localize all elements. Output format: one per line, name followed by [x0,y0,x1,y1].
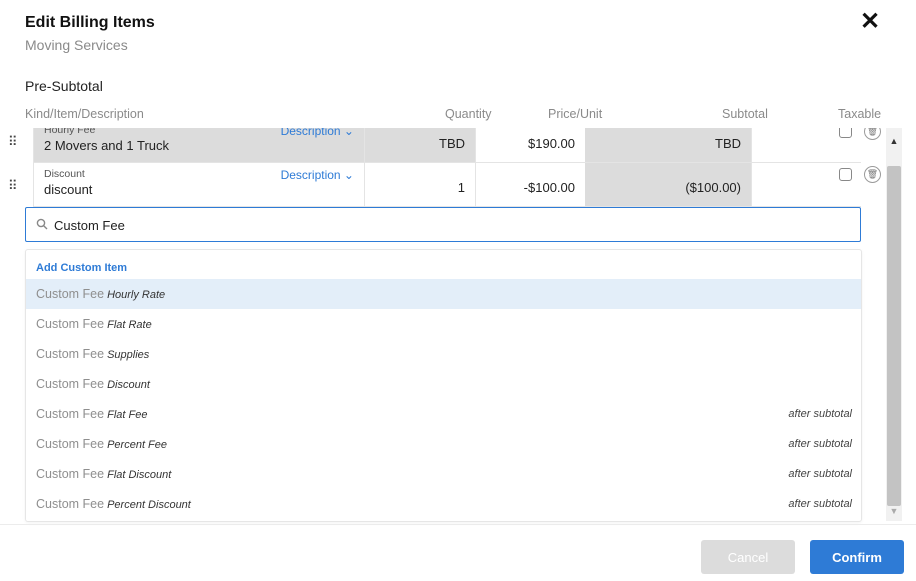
taxable-cell [751,128,861,163]
scroll-up-arrow-icon[interactable]: ▲ [886,136,902,146]
quantity-cell[interactable]: 1 [364,163,475,207]
item-note: after subtotal [788,408,852,420]
close-icon[interactable]: ✕ [858,10,882,34]
modal-title: Edit Billing Items [25,14,155,31]
item-note: after subtotal [788,438,852,450]
item-type: Supplies [107,349,150,361]
table-row: ⠿ Discount discount Description ⌄ 1 -$10… [0,163,916,207]
item-name: Custom Fee [36,407,105,421]
column-header-subtotal: Subtotal [722,107,768,121]
item-name: Custom Fee [36,497,105,511]
drag-handle-icon[interactable]: ⠿ [8,135,20,149]
description-dropdown-link[interactable]: Description ⌄ [281,128,354,138]
item-name: Custom Fee [36,347,105,361]
item-name: Custom Fee [36,437,105,451]
price-cell[interactable]: -$100.00 [475,163,585,207]
item-type: Flat Rate [107,319,152,331]
dropdown-item[interactable]: Custom Fee Percent Discount after subtota… [26,489,861,519]
section-title: Pre-Subtotal [25,78,103,94]
item-name: discount [44,182,93,197]
item-type: Percent Fee [107,439,168,451]
search-box[interactable] [25,207,861,242]
item-note: after subtotal [788,468,852,480]
taxable-checkbox[interactable] [839,168,852,181]
trash-icon[interactable]: 🗑 [864,128,881,140]
trash-icon[interactable]: 🗑 [864,166,881,183]
dropdown-item[interactable]: Custom Fee Flat Discount after subtotal [26,459,861,489]
scroll-down-arrow-icon[interactable]: ▼ [886,506,902,516]
price-value: -$100.00 [523,180,575,195]
column-header-taxable: Taxable [838,107,882,121]
column-header-kind: Kind/Item/Description [25,107,144,121]
table-row: ⠿ Hourly Fee 2 Movers and 1 Truck Descri… [0,128,916,163]
column-header-price: Price/Unit [548,107,603,121]
subtotal-cell: TBD [585,128,751,163]
modal-subtitle: Moving Services [25,37,128,53]
kind-cell[interactable]: Discount discount Description ⌄ [33,163,364,207]
cancel-button[interactable]: Cancel [701,540,795,574]
item-name: Custom Fee [36,287,105,301]
item-name: Custom Fee [36,467,105,481]
item-type: Hourly Rate [107,289,166,301]
drag-handle-icon[interactable]: ⠿ [8,179,20,193]
dropdown-item[interactable]: Custom Fee Percent Fee after subtotal [26,429,861,459]
column-header-quantity: Quantity [445,107,492,121]
description-dropdown-link[interactable]: Description ⌄ [281,168,354,182]
add-custom-item-link[interactable]: Add Custom Item [36,262,127,274]
vertical-scrollbar[interactable]: ▲ ▼ [886,128,902,521]
item-note: after subtotal [788,498,852,510]
subtotal-value: ($100.00) [685,180,741,195]
dropdown-item[interactable]: Custom Fee Flat Fee after subtotal [26,399,861,429]
edit-billing-items-modal: Edit Billing Items Moving Services ✕ Pre… [0,0,916,581]
scroll-thumb[interactable] [887,166,901,506]
item-type: Discount [107,379,150,391]
dropdown-item[interactable]: Custom Fee Flat Rate [26,309,861,339]
taxable-cell [751,163,861,207]
item-type: Percent Discount [107,499,191,511]
search-results-dropdown: Add Custom Item Custom Fee Hourly Rate Cu… [25,249,862,522]
search-input[interactable] [54,215,834,235]
quantity-cell[interactable]: TBD [364,128,475,163]
price-cell[interactable]: $190.00 [475,128,585,163]
price-value: $190.00 [528,136,575,151]
footer-divider [0,524,916,525]
subtotal-value: TBD [715,136,741,151]
dropdown-item[interactable]: Custom Fee Discount [26,369,861,399]
dropdown-item[interactable]: Custom Fee Hourly Rate [26,279,861,309]
item-name: Custom Fee [36,317,105,331]
item-type: Flat Fee [107,409,148,421]
search-icon [36,218,48,230]
subtotal-cell: ($100.00) [585,163,751,207]
item-type: Flat Discount [107,469,172,481]
billing-items-table: ⠿ Hourly Fee 2 Movers and 1 Truck Descri… [0,128,916,208]
taxable-checkbox[interactable] [839,128,852,138]
item-name: 2 Movers and 1 Truck [44,138,169,153]
quantity-value: 1 [457,180,465,195]
kind-label: Discount [44,168,85,180]
quantity-value: TBD [439,136,465,151]
item-name: Custom Fee [36,377,105,391]
kind-cell[interactable]: Hourly Fee 2 Movers and 1 Truck Descript… [33,128,364,163]
kind-label: Hourly Fee [44,128,96,136]
confirm-button[interactable]: Confirm [810,540,904,574]
dropdown-item[interactable]: Custom Fee Supplies [26,339,861,369]
